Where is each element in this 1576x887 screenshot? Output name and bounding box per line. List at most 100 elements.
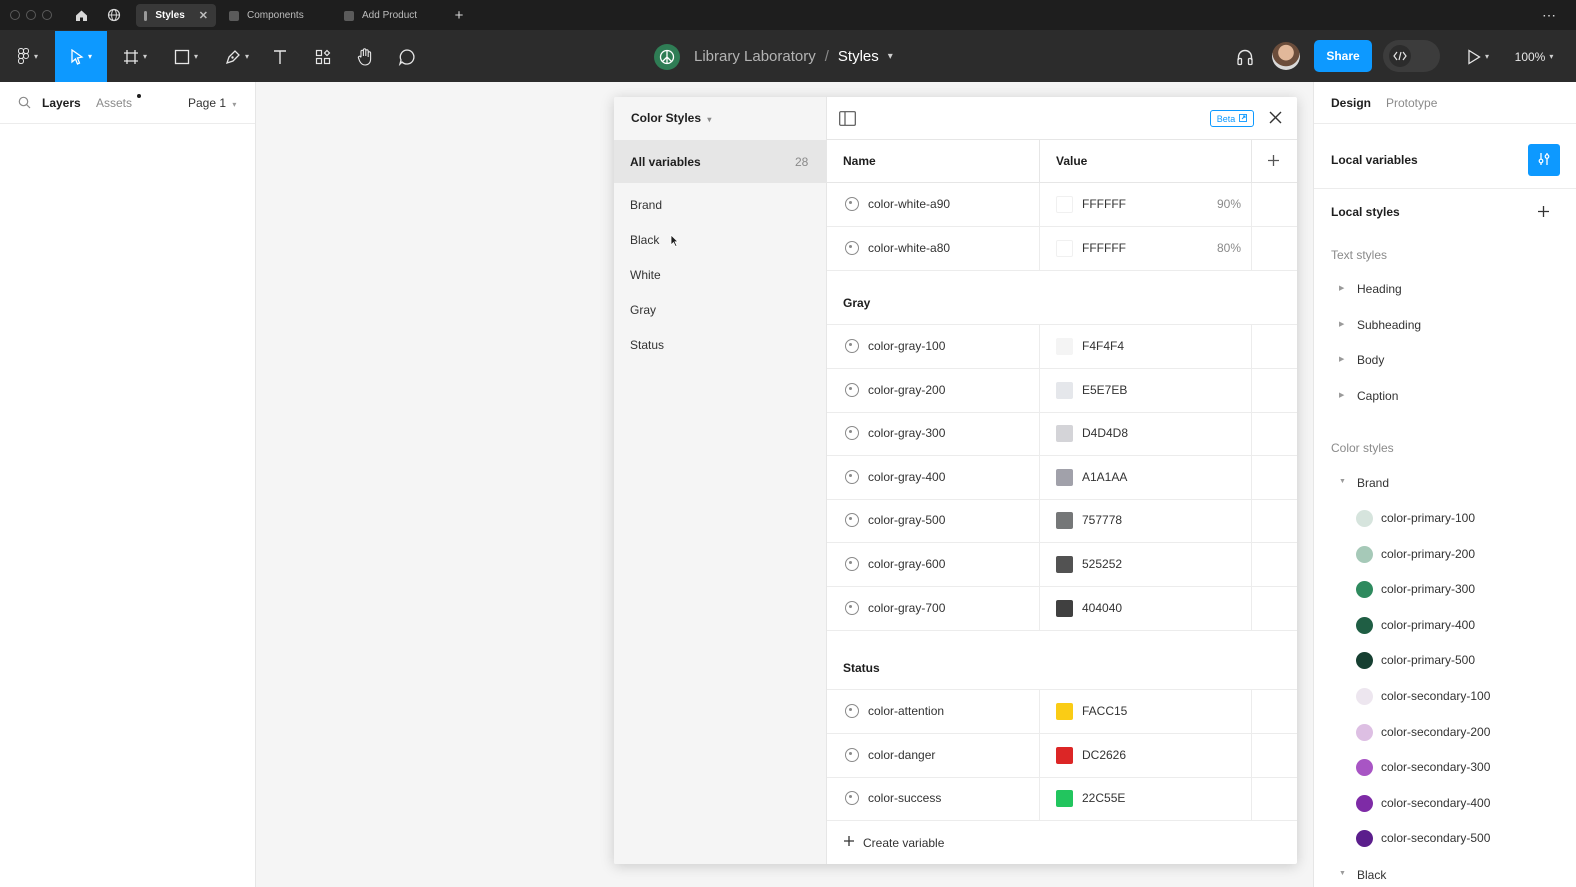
expand-chevron-icon[interactable]: ▼ [1339,870,1346,877]
variable-row[interactable]: color-white-a90 FFFFFF 90% [827,183,1297,227]
color-swatch[interactable] [1056,512,1073,530]
group-item-gray[interactable]: Gray [630,303,656,317]
user-avatar[interactable] [1272,42,1300,70]
search-icon[interactable] [18,96,31,112]
style-group-black[interactable]: Black [1357,868,1386,882]
window-zoom-control[interactable] [42,10,52,20]
color-style-item[interactable]: color-secondary-400 [1381,796,1490,810]
color-style-item[interactable]: color-primary-300 [1381,582,1475,596]
variable-hex-value[interactable]: FACC15 [1082,704,1127,718]
globe-icon[interactable] [105,6,123,24]
variable-row[interactable]: color-gray-600 525252 [827,543,1297,587]
color-swatch[interactable] [1056,240,1073,257]
color-swatch[interactable] [1056,381,1073,399]
tab-assets[interactable]: Assets [96,96,132,110]
group-item-brand[interactable]: Brand [630,198,662,212]
present-button[interactable]: ▾ [1460,31,1496,82]
shape-tool-button[interactable]: ▾ [164,31,208,82]
group-item-white[interactable]: White [630,268,661,282]
sidebar-toggle-icon[interactable] [839,111,856,129]
text-style-item[interactable]: Subheading [1357,318,1421,332]
text-style-item[interactable]: Heading [1357,282,1402,296]
dev-mode-toggle[interactable] [1383,40,1440,72]
tab-design[interactable]: Design [1331,96,1371,110]
variable-hex-value[interactable]: E5E7EB [1082,383,1127,397]
text-tool-button[interactable] [266,31,294,82]
resources-button[interactable] [309,31,337,82]
more-icon[interactable]: ⋯ [1540,6,1558,24]
color-swatch[interactable] [1056,468,1073,486]
variable-row[interactable]: color-gray-200 E5E7EB [827,368,1297,413]
audio-button[interactable] [1232,31,1258,82]
add-style-icon[interactable] [1537,205,1550,221]
variable-row[interactable]: color-gray-300 D4D4D8 [827,412,1297,457]
variable-row[interactable]: color-white-a80 FFFFFF 80% [827,227,1297,271]
variable-hex-value[interactable]: FFFFFF [1082,197,1126,211]
group-item-black[interactable]: Black [630,233,659,247]
new-tab-icon[interactable]: + [450,6,468,24]
color-swatch[interactable] [1056,746,1073,764]
move-tool-button[interactable]: ▾ [55,31,107,82]
local-variables-label[interactable]: Local variables [1331,153,1418,167]
variable-opacity[interactable]: 90% [1217,197,1241,211]
variable-opacity[interactable]: 80% [1217,241,1241,255]
variable-hex-value[interactable]: FFFFFF [1082,241,1126,255]
variable-hex-value[interactable]: 22C55E [1082,791,1125,805]
variable-row[interactable]: color-success 22C55E [827,777,1297,822]
add-mode-icon[interactable] [1267,154,1280,170]
collection-dropdown[interactable]: Color Styles ▾ [631,111,711,125]
share-button[interactable]: Share [1314,40,1372,72]
window-minimize-control[interactable] [26,10,36,20]
tab-prototype[interactable]: Prototype [1386,96,1437,110]
comment-tool-button[interactable] [393,31,421,82]
color-swatch[interactable] [1056,703,1073,720]
variable-hex-value[interactable]: D4D4D8 [1082,426,1128,440]
create-variable-button[interactable]: Create variable [843,835,944,850]
tab-styles[interactable]: Styles ✕ [136,4,216,27]
main-menu-button[interactable]: ▾ [8,31,48,82]
variable-row[interactable]: color-gray-700 404040 [827,586,1297,631]
home-icon[interactable] [72,6,90,24]
variable-hex-value[interactable]: 404040 [1082,601,1122,615]
style-group-brand[interactable]: Brand [1357,476,1389,490]
expand-chevron-icon[interactable]: ▶ [1339,391,1344,399]
open-variables-button[interactable] [1528,144,1560,176]
team-avatar-icon[interactable] [654,43,680,70]
color-style-item[interactable]: color-primary-400 [1381,618,1475,632]
project-name[interactable]: Library Laboratory [694,48,816,65]
close-tab-icon[interactable]: ✕ [199,9,208,22]
color-style-item[interactable]: color-primary-500 [1381,653,1475,667]
beta-badge[interactable]: Beta [1210,110,1254,127]
variable-hex-value[interactable]: DC2626 [1082,748,1126,762]
file-name[interactable]: Styles [838,48,879,65]
color-style-item[interactable]: color-primary-100 [1381,511,1475,525]
all-variables-item[interactable]: All variables 28 [614,140,826,183]
group-item-status[interactable]: Status [630,338,664,352]
expand-chevron-icon[interactable]: ▶ [1339,320,1344,328]
color-style-item[interactable]: color-secondary-500 [1381,831,1490,845]
variable-row[interactable]: color-gray-500 757778 [827,499,1297,544]
color-style-item[interactable]: color-secondary-100 [1381,689,1490,703]
expand-chevron-icon[interactable]: ▼ [1339,478,1346,485]
color-swatch[interactable] [1056,599,1073,617]
tab-add-product[interactable]: Add Product [336,4,446,27]
variable-row[interactable]: color-attention FACC15 [827,690,1297,734]
variable-row[interactable]: color-gray-100 F4F4F4 [827,325,1297,369]
variable-row[interactable]: color-gray-400 A1A1AA [827,455,1297,500]
text-style-item[interactable]: Body [1357,353,1384,367]
color-swatch[interactable] [1056,790,1073,808]
text-style-item[interactable]: Caption [1357,389,1398,403]
color-swatch[interactable] [1056,338,1073,355]
hand-tool-button[interactable] [351,31,379,82]
tab-components[interactable]: Components [221,4,331,27]
variable-hex-value[interactable]: 525252 [1082,557,1122,571]
color-swatch[interactable] [1056,556,1073,573]
variable-hex-value[interactable]: F4F4F4 [1082,339,1124,353]
color-style-item[interactable]: color-secondary-200 [1381,725,1490,739]
pen-tool-button[interactable]: ▾ [216,31,258,82]
frame-tool-button[interactable]: ▾ [114,31,156,82]
variable-row[interactable]: color-danger DC2626 [827,733,1297,778]
expand-chevron-icon[interactable]: ▶ [1339,284,1344,292]
window-close-control[interactable] [10,10,20,20]
page-selector[interactable]: Page 1 ▾ [188,96,236,110]
